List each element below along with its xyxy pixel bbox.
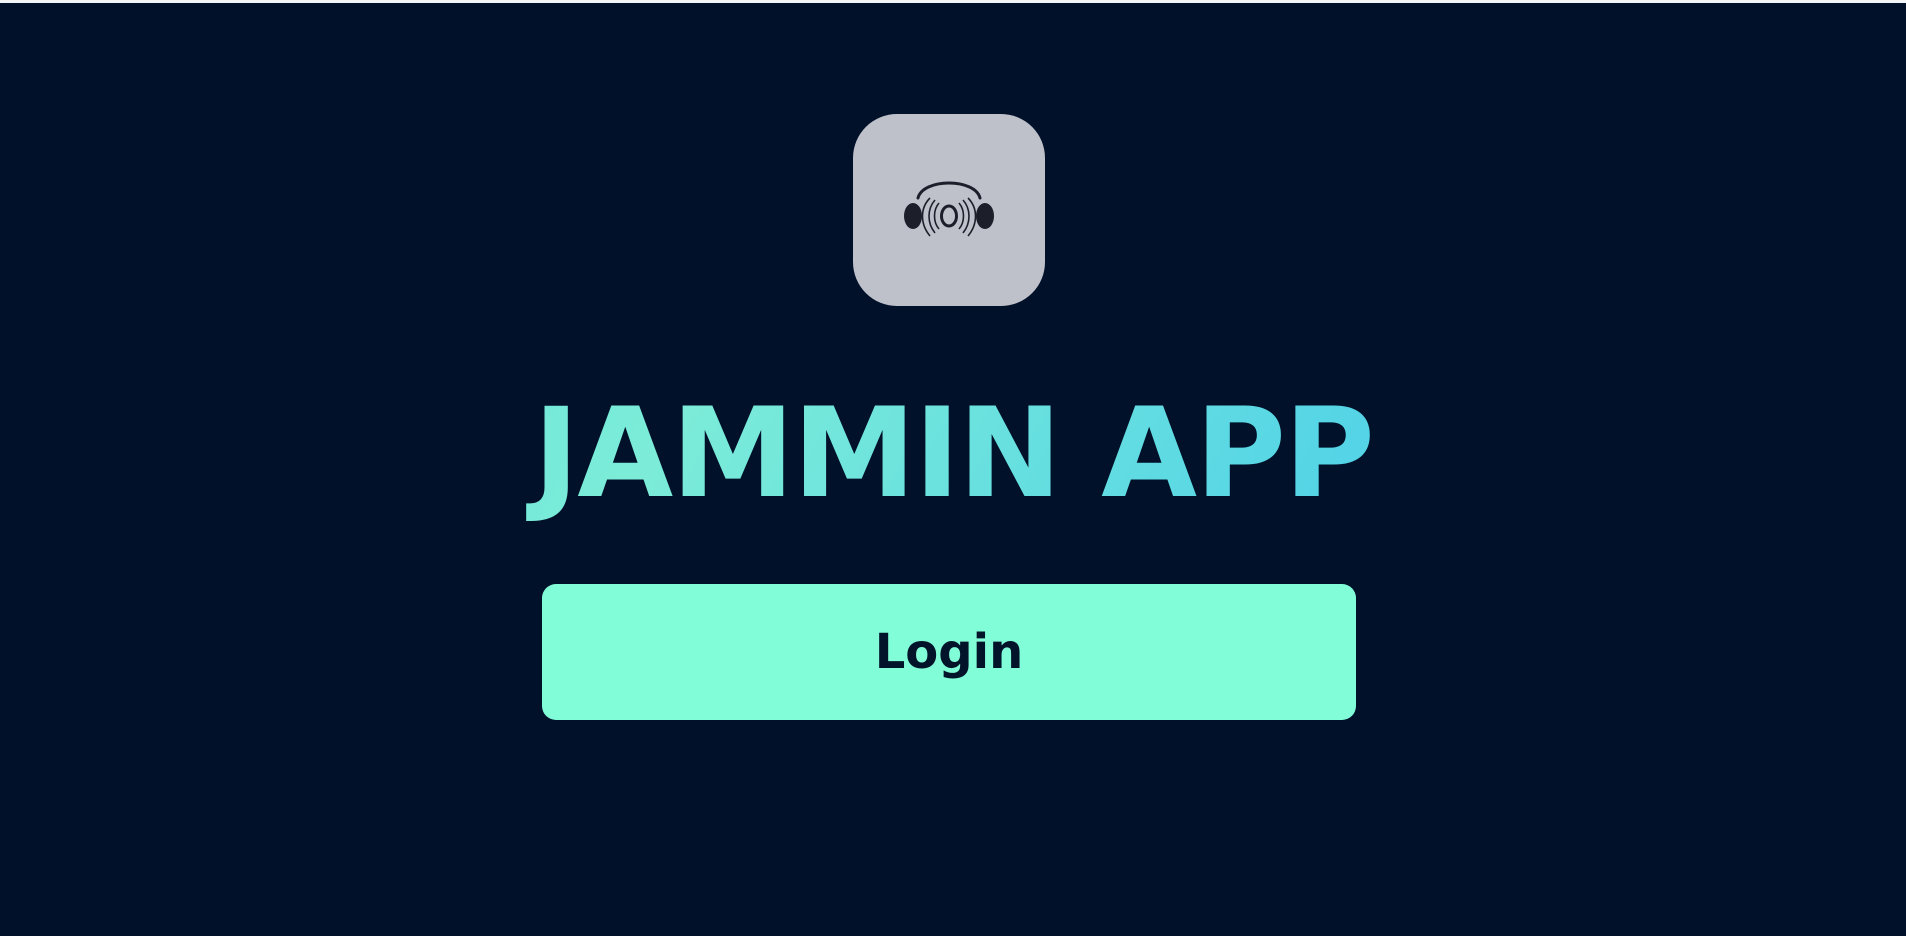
app-logo (853, 114, 1045, 306)
headphones-music-icon (904, 181, 994, 237)
app-title: JAMMIN APP (0, 379, 1906, 529)
login-screen: JAMMIN APP Login (0, 3, 1906, 936)
login-button[interactable]: Login (542, 584, 1356, 720)
